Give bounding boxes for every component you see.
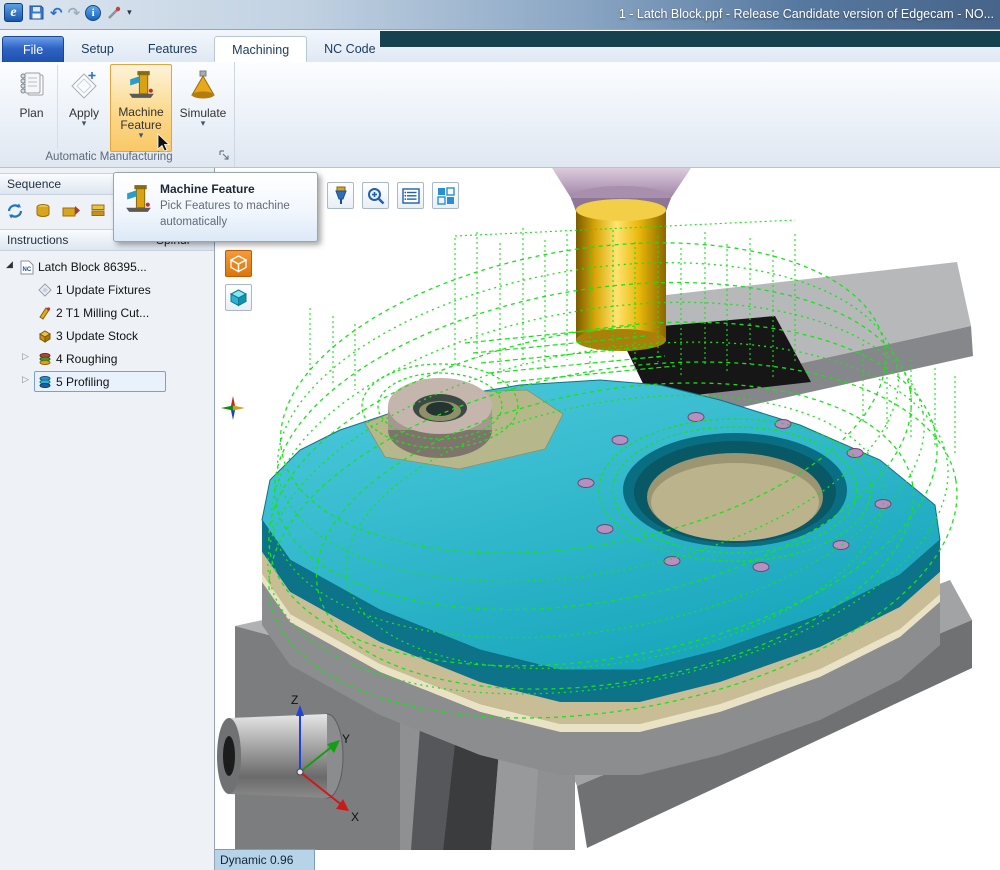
- viewport-3d-scene[interactable]: Z Y X: [215, 168, 1000, 870]
- apply-icon: [68, 69, 100, 101]
- tab-features[interactable]: Features: [131, 36, 214, 62]
- zoom-button[interactable]: [362, 182, 389, 209]
- milling-cutter-icon: [38, 306, 52, 320]
- undo-icon[interactable]: ↶: [50, 4, 63, 22]
- quick-access-toolbar: e ↶ ↷ i ▾: [4, 3, 132, 22]
- layout-icon: [436, 186, 456, 206]
- tab-nc-code[interactable]: NC Code: [307, 36, 392, 62]
- dialog-launcher-icon[interactable]: [218, 149, 231, 162]
- origin-star-icon: [221, 396, 245, 420]
- fixtures-icon: [38, 283, 52, 297]
- profiling-icon: [38, 375, 52, 389]
- tab-setup[interactable]: Setup: [64, 36, 131, 62]
- tooltip-body-line1: Pick Features to machine: [160, 200, 290, 212]
- machine-feature-icon: [122, 183, 155, 214]
- apply-button[interactable]: Apply ▾: [60, 65, 108, 149]
- zoom-icon: [366, 186, 386, 206]
- machine-feature-tooltip: Machine Feature Pick Features to machine…: [113, 172, 318, 242]
- tree-row-update-fixtures[interactable]: 1 Update Fixtures: [0, 279, 214, 302]
- info-icon[interactable]: i: [85, 5, 101, 21]
- customize-icon[interactable]: [106, 5, 122, 21]
- tab-machining[interactable]: Machining: [214, 36, 307, 62]
- spindle-tool-button[interactable]: [327, 182, 354, 209]
- tab-file[interactable]: File: [2, 36, 64, 62]
- window-title: 1 - Latch Block.ppf - Release Candidate …: [619, 7, 994, 21]
- boss-cylinder: [388, 378, 492, 458]
- app-logo-icon[interactable]: e: [4, 3, 23, 22]
- teal-band: [380, 31, 1000, 47]
- plan-button[interactable]: Plan: [6, 65, 58, 149]
- y-axis-label: Y: [342, 732, 350, 746]
- svg-text:NC: NC: [23, 267, 32, 273]
- plan-icon: [16, 69, 48, 101]
- edgecam-window: e ↶ ↷ i ▾ 1 - Latch Block.ppf - Release …: [0, 0, 1000, 870]
- simulate-button[interactable]: Simulate ▾: [174, 65, 232, 149]
- tree-row-roughing[interactable]: ▷ 4 Roughing: [0, 348, 214, 371]
- simulate-icon: [187, 69, 219, 101]
- sequence-tool-icon-3[interactable]: [86, 199, 111, 224]
- sequence-list-button[interactable]: [397, 182, 424, 209]
- refresh-icon[interactable]: [2, 199, 27, 224]
- z-axis-label: Z: [291, 693, 298, 707]
- redo-icon[interactable]: ↷: [68, 4, 81, 22]
- list-icon: [401, 186, 421, 206]
- group-label: Automatic Manufacturing: [2, 151, 216, 163]
- expander-closed-icon[interactable]: ▷: [22, 352, 29, 362]
- dynamic-status-badge: Dynamic 0.96: [215, 849, 315, 870]
- graphics-viewport: Z Y X: [215, 168, 1000, 870]
- tree-row-update-stock[interactable]: 3 Update Stock: [0, 325, 214, 348]
- quick-access-dropdown-icon[interactable]: ▾: [127, 8, 132, 18]
- roughing-icon: [38, 352, 52, 366]
- shaded-cube-icon: [229, 288, 248, 307]
- window-layout-button[interactable]: [432, 182, 459, 209]
- sequence-panel: Sequence Instruc: [0, 168, 215, 870]
- nc-doc-icon: NC: [20, 260, 34, 275]
- ribbon: Plan Apply ▾: [0, 62, 1000, 168]
- sequence-tool-icon-2[interactable]: [58, 199, 83, 224]
- vise-screw: [217, 714, 343, 798]
- tooltip-body-line2: automatically: [160, 216, 227, 228]
- solid-view-button[interactable]: [225, 250, 252, 277]
- machine-feature-icon: [125, 69, 158, 100]
- tree-row-milling-cut[interactable]: 2 T1 Milling Cut...: [0, 302, 214, 325]
- tooltip-title: Machine Feature: [160, 182, 255, 196]
- expander-closed-icon[interactable]: ▷: [22, 375, 29, 385]
- ribbon-tab-row: File Setup Features Machining NC Code: [0, 30, 1000, 62]
- dropdown-arrow-icon[interactable]: ▾: [60, 120, 108, 129]
- spindle-icon: [331, 186, 351, 206]
- tree-row-root[interactable]: ◢ NC Latch Block 86395...: [0, 256, 214, 279]
- x-axis-label: X: [351, 810, 359, 824]
- sequence-tool-icon-1[interactable]: [30, 199, 55, 224]
- ribbon-group-automatic-manufacturing: Plan Apply ▾: [2, 62, 235, 167]
- stock-icon: [38, 329, 52, 343]
- save-icon[interactable]: [28, 4, 45, 21]
- dropdown-arrow-icon[interactable]: ▾: [174, 120, 232, 129]
- solid-cube-icon: [229, 254, 248, 273]
- instructions-tree: ◢ NC Latch Block 86395... 1 Update Fixtu…: [0, 256, 214, 394]
- title-bar: e ↶ ↷ i ▾ 1 - Latch Block.ppf - Release …: [0, 0, 1000, 30]
- tree-row-profiling[interactable]: ▷ 5 Profiling: [0, 371, 214, 394]
- mouse-cursor: [157, 133, 170, 152]
- shaded-view-button[interactable]: [225, 284, 252, 311]
- expander-open-icon[interactable]: ◢: [6, 260, 13, 270]
